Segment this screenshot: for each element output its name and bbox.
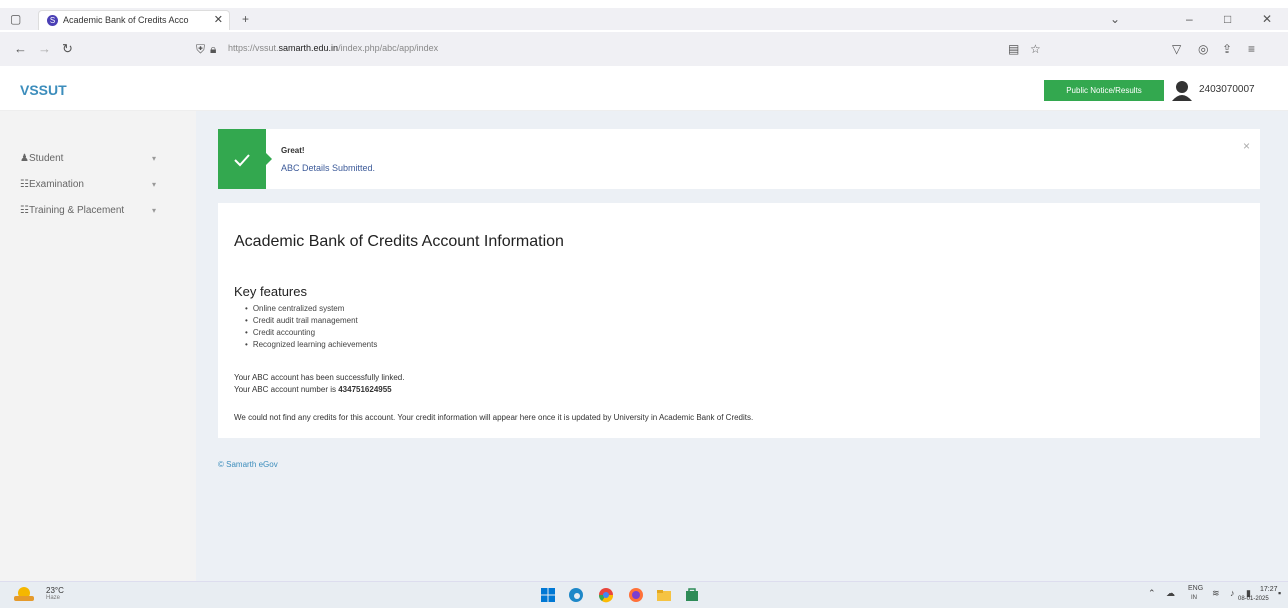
- maximize-icon[interactable]: □: [1224, 8, 1231, 30]
- clock-date[interactable]: 08-01-2025: [1238, 596, 1269, 602]
- weather-temp: 23°C: [46, 586, 64, 595]
- chevron-down-icon: ▾: [152, 180, 157, 189]
- tab-close-icon[interactable]: ✕: [214, 13, 223, 26]
- exam-icon: ☷: [20, 179, 29, 190]
- minimize-icon[interactable]: –: [1186, 8, 1193, 30]
- wifi-icon[interactable]: ≋: [1212, 588, 1220, 599]
- windows-start-icon[interactable]: [540, 587, 556, 603]
- new-tab-button[interactable]: +: [242, 8, 249, 30]
- browser-tab[interactable]: S Academic Bank of Credits Acco ✕: [38, 10, 230, 30]
- account-number-line: Your ABC account number is 434751624955: [234, 385, 392, 394]
- check-icon: [234, 154, 250, 167]
- url-bar[interactable]: ⛨ 🔒︎ https://vssut.samarth.edu.in/index.…: [192, 37, 1062, 61]
- chevron-down-icon: ▾: [152, 206, 157, 215]
- chevron-up-icon[interactable]: ⌃: [1148, 588, 1156, 599]
- abc-info-card: Academic Bank of Credits Account Informa…: [218, 203, 1260, 438]
- list-item: Recognized learning achievements: [245, 339, 378, 351]
- url-path: /index.php/abc/app/index: [338, 43, 439, 53]
- close-window-icon[interactable]: ✕: [1262, 8, 1272, 30]
- menu-icon[interactable]: ≡: [1248, 38, 1255, 60]
- clock-time[interactable]: 17:27: [1260, 586, 1278, 593]
- alert-message: ABC Details Submitted.: [281, 163, 376, 173]
- forward-icon[interactable]: →: [38, 38, 51, 60]
- success-alert: Great! ABC Details Submitted. ×: [218, 129, 1260, 189]
- chevron-down-icon: ▾: [152, 154, 157, 163]
- account-number-label: Your ABC account number is: [234, 385, 339, 394]
- chrome-icon[interactable]: [598, 587, 614, 603]
- sidebar-item-label: Student: [28, 153, 64, 164]
- user-icon: ♟: [20, 153, 29, 164]
- alert-close-icon[interactable]: ×: [1243, 139, 1250, 153]
- shield-icon[interactable]: ⛨: [196, 37, 205, 61]
- language-indicator[interactable]: ENG: [1188, 585, 1203, 592]
- firefox-icon[interactable]: [628, 587, 644, 603]
- notification-icon[interactable]: ▪: [1278, 588, 1281, 598]
- linked-status-text: Your ABC account has been successfully l…: [234, 373, 405, 382]
- footer-link[interactable]: © Samarth eGov: [218, 460, 278, 469]
- list-item: Credit audit trail management: [245, 315, 377, 327]
- account-number: 434751624955: [338, 385, 392, 394]
- top-strip: [0, 0, 1288, 8]
- lock-icon[interactable]: 🔒︎: [210, 37, 216, 61]
- url-text: https://vssut.samarth.edu.in/index.php/a…: [228, 43, 438, 53]
- alert-arrow: [266, 153, 272, 165]
- tab-list-icon[interactable]: ▢: [10, 8, 21, 30]
- favicon-icon: S: [47, 15, 58, 26]
- brand-logo[interactable]: VSSUT: [20, 82, 67, 98]
- training-icon: ☷: [20, 205, 29, 216]
- alert-title: Great!: [281, 146, 305, 155]
- url-domain: samarth.edu.in: [278, 43, 339, 53]
- sidebar-item-label: Training & Placement: [28, 205, 125, 216]
- list-item: Credit accounting: [245, 327, 377, 339]
- user-id[interactable]: 2403070007: [1199, 84, 1255, 95]
- sidebar: ♟Student ▾ ☷Examination ▾ ☷Training & Pl…: [0, 111, 196, 581]
- no-credits-text: We could not find any credits for this a…: [234, 413, 754, 422]
- file-explorer-icon[interactable]: [656, 587, 672, 603]
- features-list: Online centralized system Credit audit t…: [245, 303, 378, 351]
- weather-desc: Haze: [46, 595, 61, 601]
- alert-icon-box: [218, 129, 266, 189]
- back-icon[interactable]: ←: [14, 38, 27, 60]
- page-title: Academic Bank of Credits Account Informa…: [234, 233, 564, 250]
- app-header: VSSUT Public Notice/Results 2403070007: [0, 70, 1288, 111]
- language-region: IN: [1191, 595, 1197, 601]
- public-notice-button[interactable]: Public Notice/Results: [1044, 80, 1164, 101]
- pocket-icon[interactable]: ▽: [1172, 38, 1181, 60]
- reload-icon[interactable]: ↻: [62, 38, 73, 60]
- tab-title: Academic Bank of Credits Acco: [63, 15, 189, 25]
- avatar-icon[interactable]: [1171, 79, 1193, 101]
- list-item: Online centralized system: [245, 303, 377, 315]
- account-icon[interactable]: ◎: [1198, 38, 1208, 60]
- cloud-icon[interactable]: ☁: [1166, 588, 1175, 599]
- volume-icon[interactable]: ♪: [1230, 588, 1235, 598]
- url-prefix: https://vssut.: [228, 43, 279, 53]
- taskbar: 23°C Haze ⌃ ☁ ENG IN ≋ ♪ ▮ 17:27 08-01-2…: [0, 581, 1288, 608]
- share-icon[interactable]: ⇪: [1222, 38, 1232, 60]
- weather-icon[interactable]: [8, 586, 38, 604]
- sidebar-item-label: Examination: [28, 179, 84, 190]
- chevron-down-icon[interactable]: ⌄: [1110, 8, 1120, 30]
- edge-icon[interactable]: [568, 587, 584, 603]
- store-icon[interactable]: [684, 587, 700, 603]
- features-heading: Key features: [234, 284, 307, 299]
